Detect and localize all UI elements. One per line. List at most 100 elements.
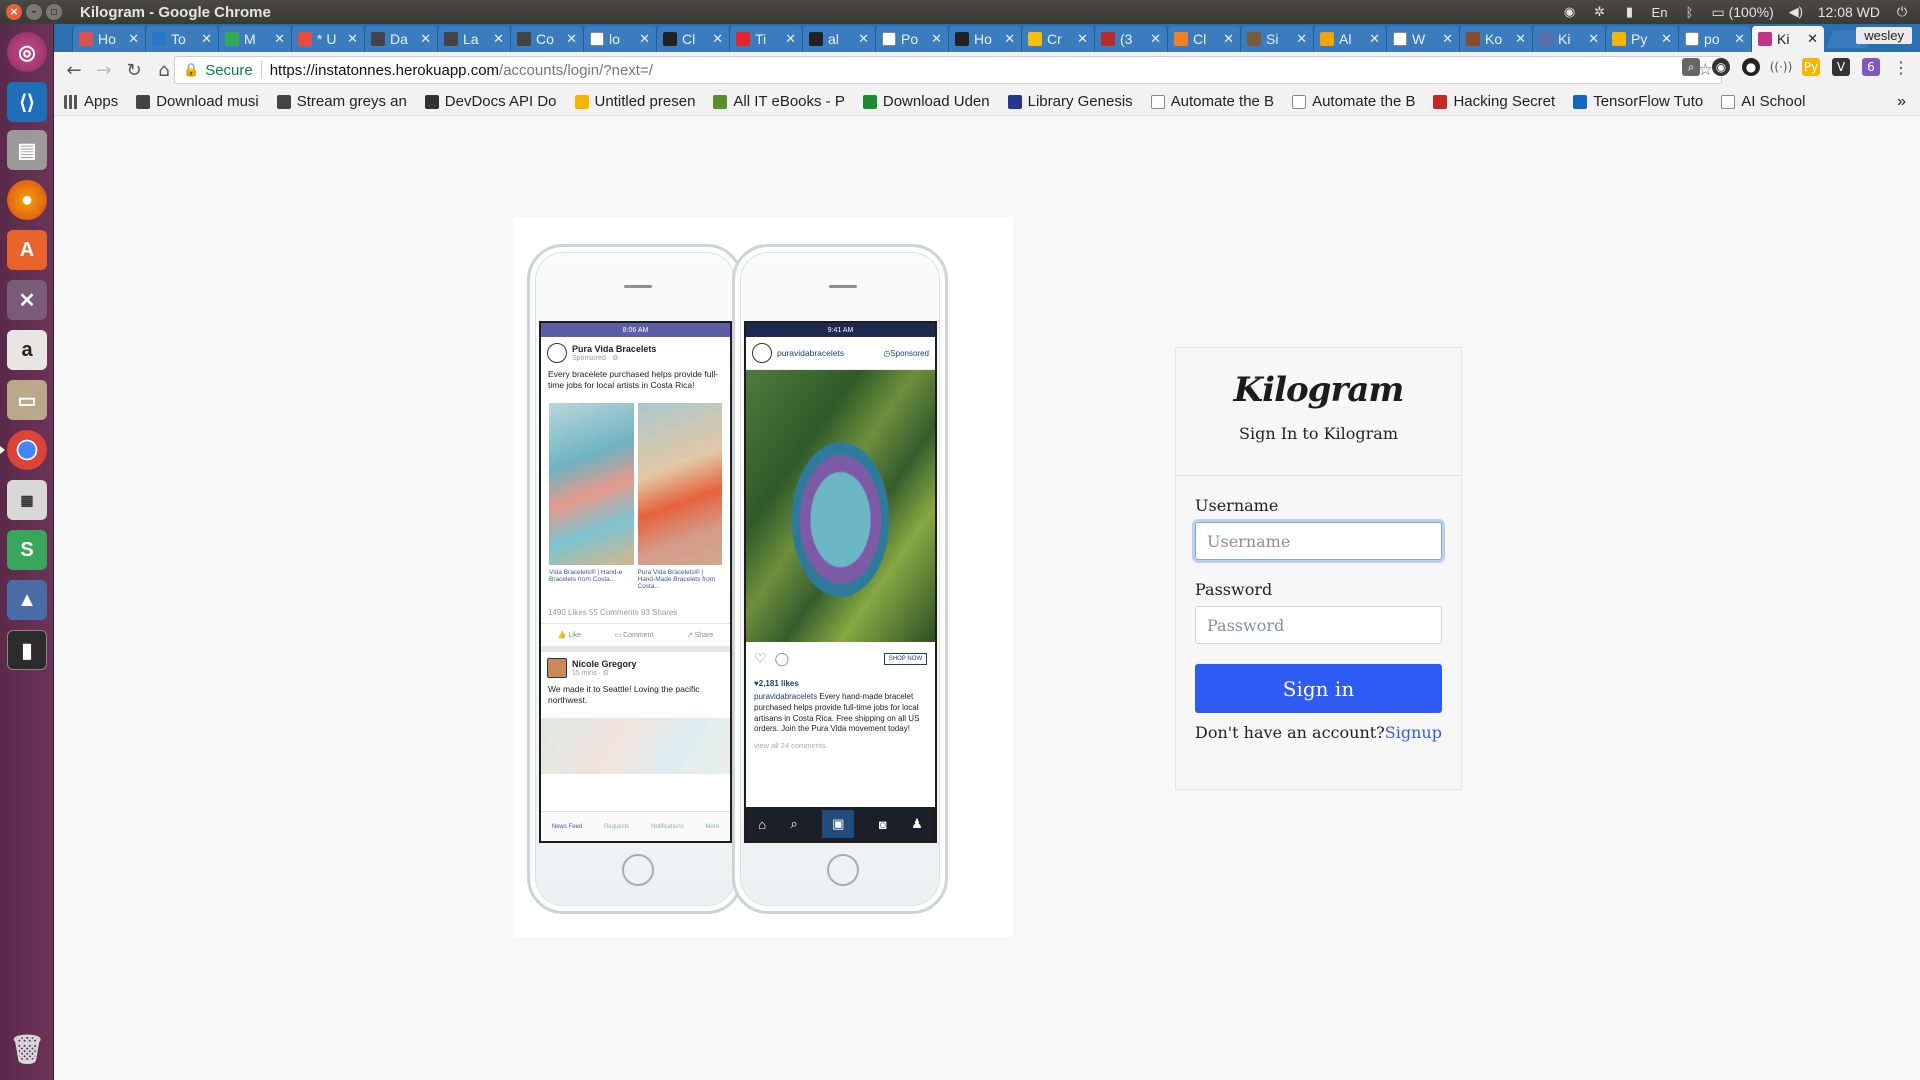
- system-tools-icon[interactable]: ✕: [7, 280, 47, 320]
- browser-tab[interactable]: W ✕: [1386, 26, 1459, 52]
- compass-extension-icon[interactable]: ◉: [1712, 58, 1730, 76]
- tab-close-icon[interactable]: ✕: [566, 31, 577, 47]
- bookmark-item[interactable]: AI School: [1721, 93, 1805, 110]
- username-input[interactable]: [1195, 522, 1442, 560]
- dash-home-icon[interactable]: ◎: [7, 32, 47, 72]
- bookmark-item[interactable]: Automate the B: [1150, 93, 1274, 110]
- browser-tab[interactable]: Ho ✕: [948, 26, 1021, 52]
- minimize-window-button[interactable]: –: [26, 4, 42, 20]
- tab-close-icon[interactable]: ✕: [712, 31, 723, 47]
- amazon-icon[interactable]: a: [7, 330, 47, 370]
- tab-close-icon[interactable]: ✕: [785, 31, 796, 47]
- volume-icon[interactable]: ◀): [1788, 4, 1804, 20]
- vue-extension-icon[interactable]: V: [1832, 58, 1850, 76]
- tab-close-icon[interactable]: ✕: [858, 31, 869, 47]
- tab-close-icon[interactable]: ✕: [1296, 31, 1307, 47]
- tab-close-icon[interactable]: ✕: [1588, 31, 1599, 47]
- tab-close-icon[interactable]: ✕: [1442, 31, 1453, 47]
- browser-tab[interactable]: Si ✕: [1240, 26, 1313, 52]
- terminal-icon[interactable]: ▮: [7, 630, 47, 670]
- browser-tab[interactable]: M ✕: [218, 26, 291, 52]
- sign-in-button[interactable]: Sign in: [1195, 664, 1442, 713]
- browser-tab[interactable]: Da ✕: [364, 26, 437, 52]
- browser-tab[interactable]: Cl ✕: [656, 26, 729, 52]
- bluetooth-icon[interactable]: ᛒ: [1681, 4, 1697, 20]
- browser-tab[interactable]: Py ✕: [1605, 26, 1678, 52]
- tab-close-icon[interactable]: ✕: [1734, 31, 1745, 47]
- browser-tab[interactable]: Ti ✕: [729, 26, 802, 52]
- browser-tab[interactable]: Ki ✕: [1532, 26, 1605, 52]
- maximize-window-button[interactable]: ▫: [46, 4, 62, 20]
- signup-link[interactable]: Signup: [1385, 723, 1442, 742]
- address-bar[interactable]: 🔒 Secure https://instatonnes.herokuapp.c…: [174, 56, 1722, 84]
- software-center-icon[interactable]: A: [7, 230, 47, 270]
- chrome-menu-icon[interactable]: ⋮: [1892, 58, 1910, 77]
- browser-tab[interactable]: To ✕: [145, 26, 218, 52]
- calculator-icon[interactable]: ▦: [7, 480, 47, 520]
- tab-close-icon[interactable]: ✕: [1077, 31, 1088, 47]
- bookmark-item[interactable]: Download musi: [136, 93, 259, 110]
- clock[interactable]: 12:08 WD: [1818, 4, 1880, 20]
- python-extension-icon[interactable]: Py: [1802, 58, 1820, 76]
- bookmark-item[interactable]: TensorFlow Tuto: [1573, 93, 1703, 110]
- tab-close-icon[interactable]: ✕: [1223, 31, 1234, 47]
- browser-tab[interactable]: (3 ✕: [1094, 26, 1167, 52]
- browser-tab[interactable]: Co ✕: [510, 26, 583, 52]
- bookmarks-overflow-button[interactable]: »: [1897, 93, 1906, 111]
- browser-tab[interactable]: Cr ✕: [1021, 26, 1094, 52]
- network-icon[interactable]: ▮: [1621, 4, 1637, 20]
- bookmark-apps[interactable]: Apps: [64, 93, 118, 110]
- bookmark-item[interactable]: Stream greys an: [276, 93, 407, 110]
- circle-extension-icon[interactable]: ●: [1742, 58, 1760, 76]
- slack-icon[interactable]: S: [7, 530, 47, 570]
- battery-indicator[interactable]: ▭ (100%): [1711, 4, 1773, 21]
- trash-icon[interactable]: 🗑: [7, 1029, 47, 1069]
- search-extension-icon[interactable]: ⌕: [1682, 58, 1700, 76]
- browser-tab[interactable]: Al ✕: [1313, 26, 1386, 52]
- firefox-icon[interactable]: ●: [7, 180, 47, 220]
- tab-close-icon[interactable]: ✕: [420, 31, 431, 47]
- power-icon[interactable]: ⏻: [1894, 4, 1910, 20]
- bookmark-item[interactable]: All IT eBooks - P: [713, 93, 845, 110]
- files-icon[interactable]: ▤: [7, 130, 47, 170]
- tab-close-icon[interactable]: ✕: [1004, 31, 1015, 47]
- tab-close-icon[interactable]: ✕: [1369, 31, 1380, 47]
- tab-close-icon[interactable]: ✕: [1150, 31, 1161, 47]
- bookmark-item[interactable]: Automate the B: [1292, 93, 1415, 110]
- bookmark-item[interactable]: Untitled presen: [574, 93, 695, 110]
- keyboard-layout-icon[interactable]: En: [1651, 4, 1668, 20]
- back-arrow-icon[interactable]: ←: [60, 56, 88, 84]
- forward-arrow-icon[interactable]: →: [90, 56, 118, 84]
- chrome-icon[interactable]: [0, 430, 47, 470]
- tab-close-icon[interactable]: ✕: [128, 31, 139, 47]
- browser-tab[interactable]: * U ✕: [291, 26, 364, 52]
- tab-close-icon[interactable]: ✕: [493, 31, 504, 47]
- tab-close-icon[interactable]: ✕: [639, 31, 650, 47]
- browser-tab[interactable]: Cl ✕: [1167, 26, 1240, 52]
- close-window-button[interactable]: ×: [6, 4, 22, 20]
- password-input[interactable]: [1195, 606, 1442, 644]
- cast-extension-icon[interactable]: ((·)): [1770, 58, 1793, 76]
- system-monitor-icon[interactable]: ▲: [7, 580, 47, 620]
- browser-tab[interactable]: al ✕: [802, 26, 875, 52]
- calendar-extension-icon[interactable]: 6: [1862, 58, 1880, 76]
- home-folder-icon[interactable]: ▭: [7, 380, 47, 420]
- browser-tab[interactable]: Po ✕: [875, 26, 948, 52]
- settings-tray-icon[interactable]: ✲: [1591, 4, 1607, 20]
- bookmark-item[interactable]: DevDocs API Do: [424, 93, 557, 110]
- bookmark-item[interactable]: Hacking Secret: [1433, 93, 1555, 110]
- browser-tab[interactable]: po ✕: [1678, 26, 1751, 52]
- browser-tab[interactable]: Ho ✕: [72, 26, 145, 52]
- tab-close-icon[interactable]: ✕: [931, 31, 942, 47]
- reload-icon[interactable]: ↻: [120, 56, 148, 84]
- browser-tab[interactable]: Ko ✕: [1459, 26, 1532, 52]
- vscode-icon[interactable]: ⟨⟩: [7, 82, 47, 122]
- tab-close-icon[interactable]: ✕: [347, 31, 358, 47]
- tab-close-icon[interactable]: ✕: [1661, 31, 1672, 47]
- profile-button[interactable]: wesley: [1856, 27, 1912, 44]
- tab-close-icon[interactable]: ✕: [1807, 31, 1818, 47]
- browser-tab[interactable]: La ✕: [437, 26, 510, 52]
- tab-close-icon[interactable]: ✕: [1515, 31, 1526, 47]
- tab-close-icon[interactable]: ✕: [201, 31, 212, 47]
- browser-tab[interactable]: lo ✕: [583, 26, 656, 52]
